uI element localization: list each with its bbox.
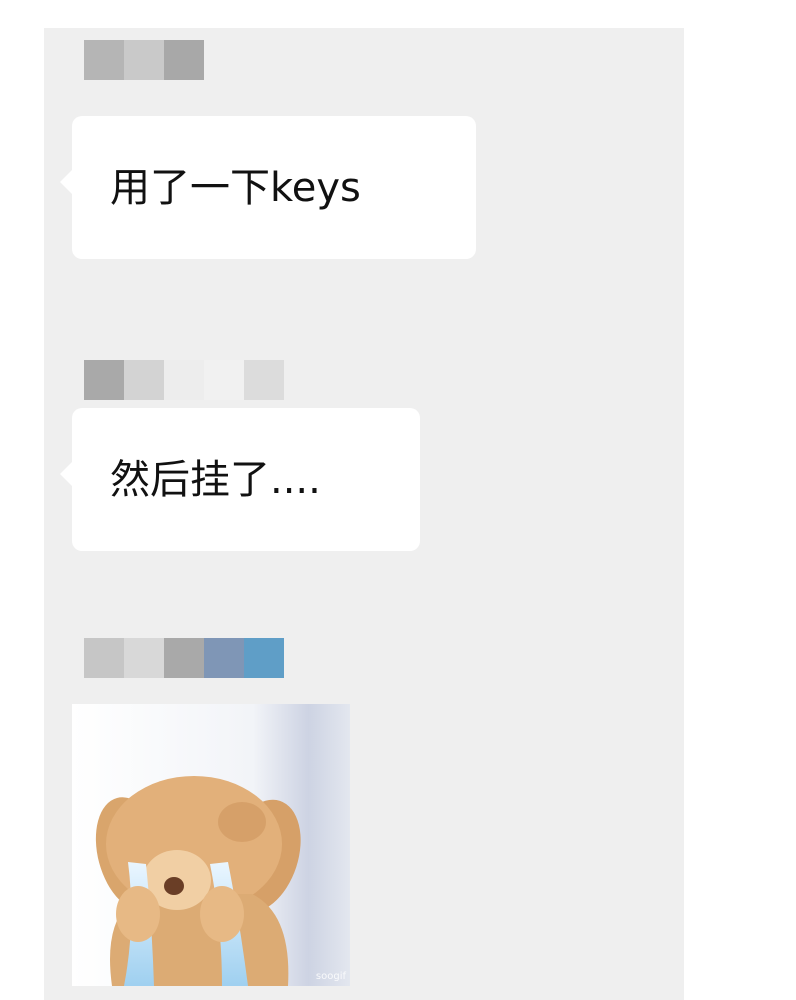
sticker-image[interactable]: soogif: [72, 704, 350, 986]
message-bubble[interactable]: 用了一下keys: [60, 116, 476, 259]
sender-pixel: [244, 360, 284, 400]
sender-pixel: [164, 638, 204, 678]
sender-pixel: [164, 40, 204, 80]
crying-puppy-icon: [72, 704, 350, 986]
sender-name-blurred: [84, 360, 284, 400]
message-bubble[interactable]: 然后挂了....: [60, 408, 420, 551]
sender-name-blurred: [84, 40, 204, 80]
sender-pixel: [124, 360, 164, 400]
sticker-watermark: soogif: [315, 971, 346, 982]
sender-pixel: [204, 360, 244, 400]
sender-pixel: [244, 638, 284, 678]
chat-panel: 用了一下keys 然后挂了.... soogif: [44, 28, 684, 1000]
sender-pixel: [164, 360, 204, 400]
sender-pixel: [84, 638, 124, 678]
sender-pixel: [124, 40, 164, 80]
sender-name-blurred: [84, 638, 284, 678]
sender-pixel: [204, 638, 244, 678]
message-text: 用了一下keys: [110, 164, 361, 211]
message-text: 然后挂了....: [110, 456, 321, 503]
sender-pixel: [84, 360, 124, 400]
sender-pixel: [84, 40, 124, 80]
sender-pixel: [124, 638, 164, 678]
